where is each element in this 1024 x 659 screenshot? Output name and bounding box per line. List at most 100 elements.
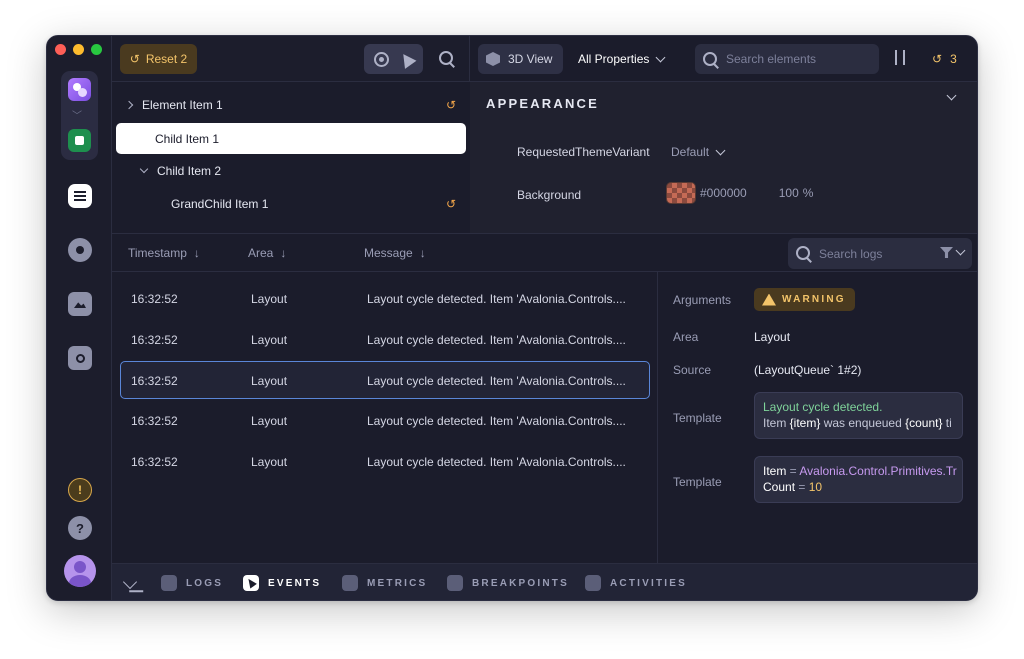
background-color-editor[interactable]: #000000 100 % [666, 182, 813, 204]
property-label: RequestedThemeVariant [517, 145, 650, 159]
search-logs-input[interactable]: Search logs [788, 238, 972, 269]
template-text: ti [942, 416, 952, 430]
timestamp-column-header[interactable]: Timestamp ↓ [128, 246, 200, 260]
modified-undo-icon[interactable]: ↺ [446, 98, 456, 112]
template-text: was enqueued [820, 416, 906, 430]
sort-down-icon: ↓ [419, 246, 426, 260]
log-area: Layout [251, 333, 288, 347]
log-row[interactable]: 16:32:52 Layout Layout cycle detected. I… [112, 402, 658, 440]
argument-key: Count [763, 480, 796, 494]
tree-item-label: Child Item 1 [155, 131, 220, 146]
settings-nav-icon[interactable] [68, 346, 92, 370]
log-list: 16:32:52 Layout Layout cycle detected. I… [112, 272, 658, 563]
tab-label: LOGS [186, 577, 224, 589]
sort-down-icon: ↓ [280, 246, 287, 260]
pulse-icon [585, 575, 601, 591]
argument-key: Item [763, 464, 787, 478]
tab-metrics[interactable]: METRICS [342, 575, 427, 591]
log-message: Layout cycle detected. Item 'Avalonia.Co… [367, 414, 626, 428]
help-icon[interactable]: ? [68, 516, 92, 540]
collapse-panel-icon[interactable] [122, 574, 138, 590]
top-toolbar: ↺ Reset 2 3D View All Properties Search … [112, 36, 977, 82]
tab-logs[interactable]: LOGS [161, 575, 223, 591]
tree-item[interactable]: GrandChild Item 1 ↺ [112, 188, 470, 219]
tree-toolbar: ↺ Reset 2 [112, 36, 470, 81]
log-row[interactable]: 16:32:52 Layout Layout cycle detected. I… [112, 443, 658, 481]
properties-panel: APPEARANCE RequestedThemeVariant Default… [470, 82, 977, 233]
log-row-selected[interactable]: 16:32:52 Layout Layout cycle detected. I… [120, 361, 650, 399]
search-elements-placeholder: Search elements [726, 52, 817, 66]
log-time: 16:32:52 [131, 414, 178, 428]
log-message: Layout cycle detected. Item 'Avalonia.Co… [367, 333, 626, 347]
avatar[interactable] [64, 555, 96, 587]
log-message: Layout cycle detected. Item 'Avalonia.Co… [367, 374, 626, 388]
tree-item[interactable]: Child Item 2 [112, 155, 470, 186]
warning-icon [762, 293, 776, 306]
tab-breakpoints[interactable]: BREAKPOINTS [447, 575, 569, 591]
sort-icon[interactable] [892, 50, 910, 66]
chevron-right-icon[interactable] [124, 100, 134, 109]
filter-dropdown[interactable] [940, 245, 966, 258]
color-swatch[interactable] [666, 182, 696, 204]
tab-activities[interactable]: ACTIVITIES [585, 575, 687, 591]
chevron-down-icon[interactable] [139, 164, 149, 174]
minimize-window-button[interactable] [73, 44, 84, 55]
source-label: Source [673, 363, 712, 377]
target-icon[interactable] [373, 51, 389, 67]
cube-icon [486, 52, 500, 66]
log-time: 16:32:52 [131, 333, 178, 347]
close-window-button[interactable] [55, 44, 66, 55]
opacity-value[interactable]: 100 [779, 186, 799, 200]
search-elements-input[interactable]: Search elements [695, 44, 879, 74]
elements-nav-icon[interactable] [68, 184, 92, 208]
logs-icon [161, 575, 177, 591]
cursor-icon[interactable] [397, 49, 416, 69]
property-label: Background [517, 188, 582, 202]
tab-events[interactable]: EVENTS [243, 575, 321, 591]
log-area: Layout [251, 374, 288, 388]
view-3d-button[interactable]: 3D View [478, 44, 563, 74]
window-controls [55, 44, 102, 55]
zoom-window-button[interactable] [91, 44, 102, 55]
reset-label: Reset 2 [145, 52, 188, 66]
warning-icon[interactable]: ! [68, 478, 92, 502]
log-area: Layout [251, 292, 288, 306]
source-value: (LayoutQueue` 1#2) [754, 363, 862, 377]
view-3d-label: 3D View [508, 52, 553, 66]
log-row[interactable]: 16:32:52 Layout Layout cycle detected. I… [112, 280, 658, 318]
tree-item-label: Element Item 1 [142, 97, 223, 112]
collapse-section-icon[interactable] [946, 90, 957, 101]
opacity-unit: % [802, 186, 814, 200]
log-row[interactable]: 16:32:52 Layout Layout cycle detected. I… [112, 321, 658, 359]
search-icon [703, 51, 718, 67]
color-hex-value[interactable]: #000000 [700, 186, 747, 200]
search-icon[interactable] [439, 51, 454, 66]
disc-nav-icon[interactable] [68, 238, 92, 262]
metrics-icon [342, 575, 358, 591]
undo-history-button[interactable]: ↺ 3 [932, 44, 957, 74]
app-switcher[interactable]: ﹀ [61, 71, 98, 160]
area-label: Area [673, 330, 699, 344]
argument-value: 10 [808, 480, 823, 494]
tab-label: ACTIVITIES [610, 577, 688, 589]
log-time: 16:32:52 [131, 292, 178, 306]
properties-filter-dropdown[interactable]: All Properties [578, 44, 666, 74]
area-column-header[interactable]: Area ↓ [248, 246, 286, 260]
theme-variant-dropdown[interactable]: Default [671, 145, 726, 159]
message-column-header[interactable]: Message ↓ [364, 246, 426, 260]
image-nav-icon[interactable] [68, 292, 92, 316]
app-icon-secondary[interactable] [68, 129, 91, 152]
sidebar: ﹀ ! ? [47, 36, 112, 600]
arguments-box[interactable]: Item = Avalonia.Control.Primitives.Tr Co… [754, 456, 963, 503]
log-area: Layout [251, 455, 288, 469]
tree-item-selected[interactable]: Child Item 1 [116, 123, 466, 154]
modified-undo-icon[interactable]: ↺ [446, 197, 456, 211]
template-box[interactable]: Layout cycle detected. Item {item} was e… [754, 392, 963, 439]
chevron-down-icon [715, 145, 726, 155]
tab-label: EVENTS [268, 577, 322, 589]
tree-item[interactable]: Element Item 1 ↺ [112, 89, 470, 120]
app-icon-primary[interactable] [68, 78, 91, 101]
reset-button[interactable]: ↺ Reset 2 [120, 44, 197, 74]
bottom-tab-bar: LOGS EVENTS METRICS BREAKPOINTS ACTIVITI… [112, 563, 977, 600]
chevron-down-icon [655, 52, 666, 62]
